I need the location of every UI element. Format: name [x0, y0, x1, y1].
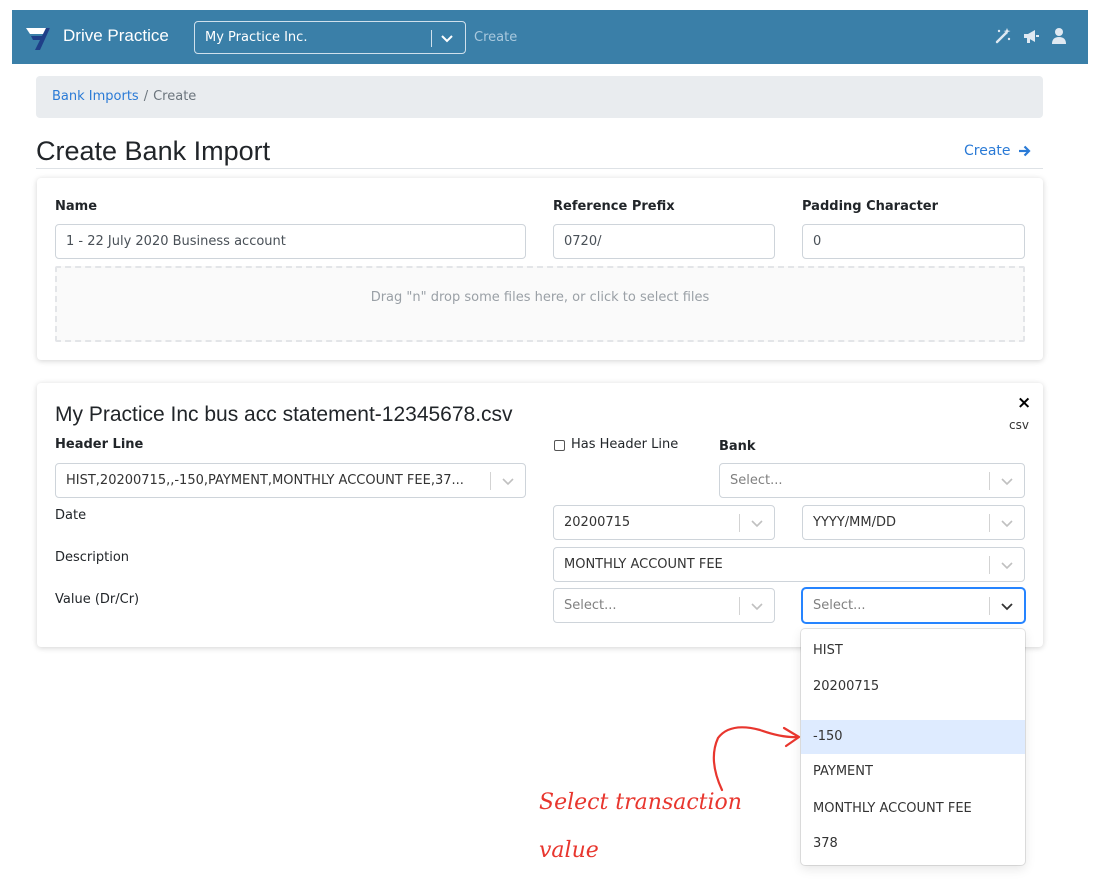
select-divider [431, 30, 432, 47]
date-column-select-value: 20200715 [564, 515, 631, 530]
breadcrumb-separator: / [143, 89, 149, 104]
company-select[interactable]: My Practice Inc. [194, 21, 466, 54]
bank-label: Bank [719, 439, 756, 454]
menu-option[interactable]: PAYMENT [801, 755, 1025, 789]
create-button-label: Create [964, 143, 1011, 159]
select-divider [989, 597, 990, 615]
file-mapping-card: My Practice Inc bus acc statement-123456… [37, 383, 1043, 647]
select-divider [739, 514, 740, 532]
breadcrumb-current: Create [153, 89, 197, 104]
file-title: My Practice Inc bus acc statement-123456… [55, 403, 513, 426]
value-label: Value (Dr/Cr) [55, 592, 140, 607]
date-format-select-value: YYYY/MM/DD [813, 515, 896, 530]
reference-prefix-input[interactable]: 0720/ [553, 224, 775, 259]
breadcrumb: Bank Imports / Create [36, 76, 1043, 118]
bank-select[interactable]: Select... [719, 463, 1025, 498]
company-select-value: My Practice Inc. [205, 30, 308, 45]
header-line-select[interactable]: HIST,20200715,,-150,PAYMENT,MONTHLY ACCO… [55, 463, 526, 498]
name-input[interactable]: 1 - 22 July 2020 Business account [55, 224, 526, 259]
nav-icon-group [994, 27, 1068, 45]
chevron-down-icon [502, 478, 514, 486]
annotation-text-line1: Select transaction [539, 790, 742, 815]
top-navbar: Drive Practice My Practice Inc. Create [12, 10, 1088, 64]
menu-option[interactable]: HIST [801, 634, 1025, 668]
import-details-card: Name 1 - 22 July 2020 Business account R… [37, 178, 1043, 360]
chevron-down-icon [751, 603, 763, 611]
breadcrumb-bank-imports-link[interactable]: Bank Imports [52, 89, 139, 104]
chevron-down-icon [441, 35, 453, 43]
select-divider [739, 597, 740, 615]
chevron-down-icon [1001, 603, 1013, 611]
date-label: Date [55, 508, 87, 523]
header-line-select-value: HIST,20200715,,-150,PAYMENT,MONTHLY ACCO… [66, 473, 464, 488]
magic-wand-icon[interactable] [994, 27, 1012, 45]
menu-option[interactable]: MONTHLY ACCOUNT FEE [801, 792, 1025, 826]
padding-character-label: Padding Character [802, 199, 939, 214]
date-column-select[interactable]: 20200715 [553, 505, 775, 540]
annotation-arrow-icon [712, 726, 801, 792]
header-line-label: Header Line [55, 437, 144, 452]
brand-name[interactable]: Drive Practice [63, 26, 169, 46]
arrow-right-icon [1018, 145, 1031, 157]
menu-option[interactable]: 378 [801, 827, 1025, 861]
value-debit-select[interactable]: Select... [553, 588, 775, 623]
name-label: Name [55, 199, 98, 214]
has-header-line-label[interactable]: Has Header Line [571, 437, 678, 452]
user-icon[interactable] [1050, 27, 1068, 45]
date-format-select[interactable]: YYYY/MM/DD [802, 505, 1025, 540]
chevron-down-icon [1001, 562, 1013, 570]
drive-practice-logo-icon[interactable] [24, 24, 52, 50]
chevron-down-icon [1001, 520, 1013, 528]
file-type-tag: csv [1009, 418, 1029, 432]
has-header-line-checkbox[interactable] [554, 440, 565, 451]
file-dropzone[interactable]: Drag "n" drop some files here, or click … [55, 266, 1025, 342]
megaphone-icon[interactable] [1022, 27, 1040, 45]
title-divider [36, 168, 1043, 169]
bank-select-placeholder: Select... [730, 473, 783, 488]
chevron-down-icon [1001, 478, 1013, 486]
description-label: Description [55, 550, 130, 565]
nav-create-link[interactable]: Create [474, 30, 517, 45]
create-button[interactable]: Create [964, 143, 1031, 159]
select-divider [490, 472, 491, 490]
menu-option-highlighted[interactable]: -150 [801, 720, 1025, 754]
page-title: Create Bank Import [36, 136, 271, 166]
padding-character-input[interactable]: 0 [802, 224, 1025, 259]
value-debit-select-placeholder: Select... [564, 598, 617, 613]
description-column-select-value: MONTHLY ACCOUNT FEE [564, 557, 723, 572]
value-credit-select[interactable]: Select... [802, 588, 1025, 623]
reference-prefix-label: Reference Prefix [553, 199, 675, 214]
value-options-menu: HIST 20200715 -150 PAYMENT MONTHLY ACCOU… [801, 629, 1025, 865]
description-column-select[interactable]: MONTHLY ACCOUNT FEE [553, 547, 1025, 582]
annotation-text-line2: value [539, 838, 599, 863]
close-icon[interactable]: × [1017, 393, 1031, 413]
value-credit-select-placeholder: Select... [813, 598, 866, 613]
menu-option[interactable] [801, 685, 1025, 719]
select-divider [989, 472, 990, 490]
select-divider [989, 514, 990, 532]
select-divider [989, 556, 990, 574]
chevron-down-icon [751, 520, 763, 528]
